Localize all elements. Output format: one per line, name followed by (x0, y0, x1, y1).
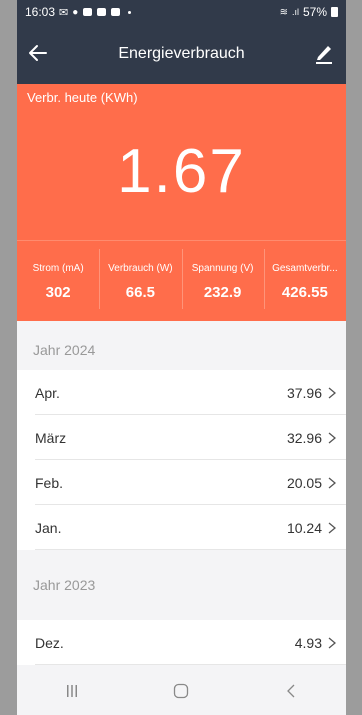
app-notification-icon (111, 8, 121, 16)
year-header: Jahr 2024 (33, 342, 96, 358)
stat-label: Gesamtverbr... (272, 263, 338, 274)
month-value-group: 10.24 (287, 520, 336, 536)
stat-voltage: Spannung (V) 232.9 (181, 241, 264, 321)
stat-current: Strom (mA) 302 (17, 241, 99, 321)
month-value-group: 20.05 (287, 475, 336, 491)
month-label: März (35, 429, 67, 446)
app-notification-icon (83, 8, 93, 16)
stat-value: 232.9 (203, 284, 242, 301)
stat-label: Verbrauch (W) (108, 263, 173, 274)
month-value: 37.96 (286, 384, 322, 401)
notification-icon: ● (72, 6, 79, 18)
signal-icon: .ıl (291, 7, 299, 17)
year-header: Jahr 2023 (33, 577, 96, 593)
chevron-right-icon (328, 522, 336, 533)
today-consumption-panel: Verbr. heute (KWh) 1.67 (17, 84, 346, 240)
list-item-month[interactable]: Feb. 20.05 (17, 460, 346, 505)
home-button[interactable] (161, 676, 201, 706)
status-right: ≋ .ıl 57% (280, 5, 338, 19)
list-item-month[interactable]: Jan. 10.24 (17, 505, 346, 550)
today-consumption-value: 1.67 (117, 137, 246, 206)
status-bar: 16:03 ✉ ● ≋ .ıl 57% (17, 0, 346, 24)
chevron-right-icon (328, 637, 336, 648)
status-time: 16:03 (25, 5, 56, 19)
page-title: Energieverbrauch (118, 45, 245, 62)
app-bar: Energieverbrauch (17, 24, 346, 84)
month-value-group: 4.93 (295, 635, 336, 651)
list-item-month[interactable]: Dez. 4.93 (17, 620, 346, 665)
month-value-group: 32.96 (287, 430, 336, 446)
mail-icon: ✉ (59, 6, 69, 19)
chevron-right-icon (328, 387, 336, 398)
stats-bar: Strom (mA) 302 Verbrauch (W) 66.5 Spannu… (17, 240, 346, 321)
month-value: 20.05 (286, 474, 322, 491)
today-consumption-label: Verbr. heute (KWh) (27, 90, 138, 105)
list-item-month[interactable]: Apr. 37.96 (17, 370, 346, 415)
system-nav-bar (17, 667, 346, 715)
back-nav-button[interactable] (271, 676, 311, 706)
status-left: 16:03 ✉ ● (25, 5, 132, 19)
recent-apps-icon (66, 685, 77, 697)
stat-value: 302 (45, 284, 71, 301)
chevron-right-icon (328, 432, 336, 443)
list-item-month[interactable]: März 32.96 (17, 415, 346, 460)
stat-value: 66.5 (125, 284, 155, 301)
battery-icon (331, 7, 338, 17)
pencil-icon[interactable] (314, 42, 334, 64)
month-value: 10.24 (286, 519, 322, 536)
month-label: Dez. (35, 634, 64, 651)
home-icon (174, 683, 189, 699)
more-notifications-icon (128, 10, 132, 14)
recent-apps-button[interactable] (52, 676, 92, 706)
chevron-right-icon (328, 477, 336, 488)
month-label: Jan. (35, 519, 62, 536)
app-notification-icon (97, 8, 107, 16)
month-value: 4.93 (294, 634, 322, 651)
stat-total: Gesamtverbr... 426.55 (263, 241, 346, 321)
battery-percent: 57% (302, 5, 327, 19)
month-label: Feb. (35, 474, 64, 491)
month-value-group: 37.96 (287, 385, 336, 401)
stat-value: 426.55 (281, 284, 328, 301)
month-label: Apr. (35, 384, 60, 401)
stat-label: Strom (mA) (32, 263, 84, 274)
wifi-icon: ≋ (279, 6, 288, 18)
phone-screen: 16:03 ✉ ● ≋ .ıl 57% Energieverbrauch Ver… (17, 0, 346, 715)
back-icon (287, 684, 295, 698)
stat-power: Verbrauch (W) 66.5 (99, 241, 181, 321)
stat-label: Spannung (V) (191, 263, 254, 274)
arrow-left-icon[interactable] (27, 42, 49, 64)
month-value: 32.96 (286, 429, 322, 446)
